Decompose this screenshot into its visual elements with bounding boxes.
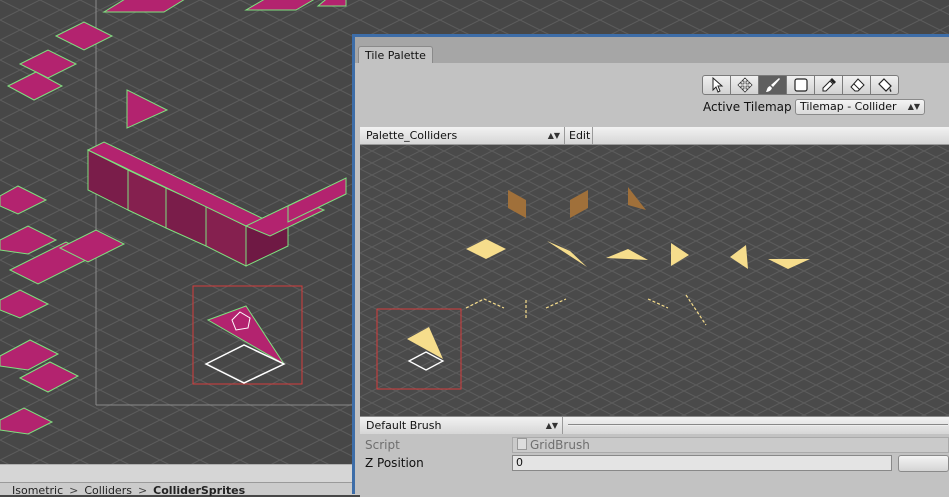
dropdown-arrows-icon: ▲▼ <box>547 131 560 140</box>
palette-name: Palette_Colliders <box>366 129 458 142</box>
eraser-tool-button[interactable] <box>842 75 871 95</box>
brush-inspector: Script GridBrush Z Position 0 <box>360 434 949 497</box>
fill-bucket-icon <box>877 78 892 92</box>
breadcrumb-separator-icon: > <box>69 484 79 497</box>
z-position-value: 0 <box>516 456 523 469</box>
breadcrumb-item[interactable]: Colliders <box>84 484 132 497</box>
breadcrumb-item-current[interactable]: ColliderSprites <box>153 484 245 497</box>
active-tilemap-label: Active Tilemap <box>703 100 792 114</box>
breadcrumb-separator-icon: > <box>137 484 148 497</box>
active-tilemap-value: Tilemap - Collider <box>800 100 897 113</box>
z-position-field[interactable]: 0 <box>512 455 892 471</box>
palette-select[interactable]: Palette_Colliders ▲▼ <box>360 127 565 144</box>
picker-tool-button[interactable] <box>814 75 843 95</box>
move-icon <box>736 77 753 93</box>
tab-tile-palette[interactable]: Tile Palette <box>358 46 433 64</box>
fill-tool-button[interactable] <box>870 75 899 95</box>
script-file-icon <box>517 438 527 450</box>
breadcrumb: Isometric > Colliders > ColliderSprites <box>12 484 245 497</box>
select-tool-button[interactable] <box>702 75 731 95</box>
brush-select[interactable]: Default Brush ▲▼ <box>360 417 563 434</box>
edit-palette-button[interactable]: Edit <box>565 127 593 144</box>
tab-strip: Tile Palette <box>355 37 949 64</box>
palette-toolbar: Palette_Colliders ▲▼ Edit <box>360 127 949 145</box>
paintbrush-icon <box>765 78 780 92</box>
script-label: Script <box>365 438 400 452</box>
tile-palette-window: Tile Palette Active Tilemap Tilemap - Co… <box>352 34 949 497</box>
breadcrumb-bar: Isometric > Colliders > ColliderSprites <box>0 482 360 497</box>
brush-toolbar: Default Brush ▲▼ <box>360 416 949 434</box>
z-position-button[interactable] <box>898 455 949 472</box>
move-tool-button[interactable] <box>730 75 759 95</box>
tool-group <box>702 75 899 95</box>
splitter-handle[interactable] <box>568 424 948 426</box>
paint-tool-button[interactable] <box>758 75 787 95</box>
z-position-label: Z Position <box>365 456 424 470</box>
script-field: GridBrush <box>512 437 949 453</box>
dropdown-arrows-icon: ▲▼ <box>545 421 558 430</box>
dropdown-arrows-icon: ▲▼ <box>907 102 920 111</box>
palette-canvas[interactable] <box>360 145 949 416</box>
status-bar <box>0 464 352 483</box>
palette-grid-view[interactable] <box>360 145 949 416</box>
eraser-icon <box>849 78 865 92</box>
breadcrumb-item[interactable]: Isometric <box>12 484 63 497</box>
picker-icon <box>822 78 836 92</box>
box-fill-icon <box>793 78 808 92</box>
box-fill-tool-button[interactable] <box>786 75 815 95</box>
select-arrow-icon <box>712 77 723 93</box>
active-tilemap-select[interactable]: Tilemap - Collider ▲▼ <box>795 99 925 115</box>
toolbar: Active Tilemap Tilemap - Collider ▲▼ <box>355 63 949 127</box>
brush-name: Default Brush <box>366 419 442 432</box>
script-value: GridBrush <box>530 438 590 452</box>
